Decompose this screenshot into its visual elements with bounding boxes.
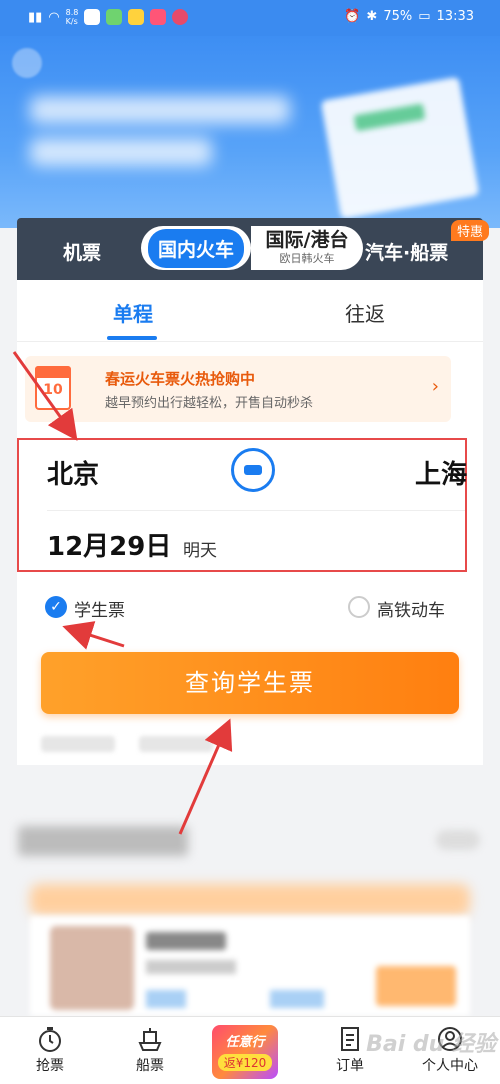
search-history-blurred — [41, 736, 213, 752]
tab-domestic-train-label: 国内火车 — [147, 228, 244, 268]
tab-international[interactable]: 国际/港台 欧日韩火车 — [251, 226, 363, 270]
orders-icon — [341, 1027, 359, 1051]
nav-promo-anytravel[interactable]: 任意行 返¥120 — [212, 1025, 278, 1079]
baidu-watermark: Bai du 经验 — [366, 1032, 496, 1057]
alarm-icon: ⏰ — [344, 9, 361, 24]
back-button[interactable] — [12, 48, 42, 78]
nav-profile-label: 个人中心 — [422, 1058, 478, 1074]
notification-app-icon — [84, 9, 101, 25]
tab-international-sublabel: 欧日韩火车 — [279, 252, 335, 265]
nav-ship-ticket-label: 船票 — [136, 1058, 164, 1074]
booking-card: 单程 往返 10 春运火车票火热抢购中 越早预约出行越轻松，开售自动秒杀 › 北… — [17, 280, 483, 765]
high-speed-label[interactable]: 高铁动车 — [377, 596, 445, 621]
more-link-blurred[interactable] — [436, 830, 480, 850]
tab-domestic-train[interactable]: 国内火车 — [141, 226, 251, 270]
tab-international-label: 国际/港台 — [265, 229, 349, 251]
calendar-icon: 10 — [35, 366, 71, 410]
departure-day-label: 明天 — [183, 541, 217, 561]
music-app-icon — [172, 9, 189, 25]
promo-subtitle: 越早预约出行越轻松，开售自动秒杀 — [105, 396, 314, 411]
recommendation-section-blurred — [0, 790, 500, 1016]
tab-plane[interactable]: 机票 — [63, 238, 101, 265]
signal-icon: ▮▮ — [28, 9, 43, 25]
chevron-right-icon: › — [431, 376, 439, 397]
divider — [47, 510, 465, 511]
network-speed: 8.8 K/s — [65, 8, 79, 26]
arrival-city[interactable]: 上海 — [415, 454, 467, 491]
promo-banner[interactable] — [0, 36, 500, 228]
spring-festival-promo[interactable]: 10 春运火车票火热抢购中 越早预约出行越轻松，开售自动秒杀 › — [25, 356, 451, 422]
transport-tabs: 机票 国内火车 国际/港台 欧日韩火车 汽车·船票 特惠 — [17, 218, 489, 280]
high-speed-checkbox[interactable] — [348, 596, 370, 618]
clock: 13:33 — [436, 9, 474, 24]
bluetooth-icon: ✱ — [366, 9, 378, 24]
orange-banner-blurred — [30, 884, 470, 916]
departure-date[interactable]: 12月29日 — [47, 526, 171, 563]
status-bar: ▮▮ ◠ 8.8 K/s ⏰ ✱ 75% ▭ 13:33 — [0, 0, 500, 36]
section-title-blurred — [18, 826, 188, 856]
promo-title: 春运火车票火热抢购中 — [105, 370, 256, 388]
battery-level: 75% — [383, 9, 413, 24]
ship-icon — [138, 1028, 162, 1051]
video-app-icon — [150, 9, 167, 25]
student-ticket-checkbox[interactable]: ✓ — [45, 596, 67, 618]
nav-orders-label: 订单 — [336, 1058, 364, 1074]
wechat-icon — [106, 9, 123, 25]
app-icon — [128, 9, 145, 25]
wifi-icon: ◠ — [48, 9, 60, 25]
tab-round-trip[interactable]: 往返 — [345, 298, 385, 327]
trip-type-tabs: 单程 往返 — [17, 280, 483, 342]
nav-ship-ticket[interactable]: 船票 — [105, 1017, 195, 1084]
route-selector: 北京 上海 12月29日 明天 — [17, 438, 467, 572]
search-student-tickets-button[interactable]: 查询学生票 — [41, 652, 459, 714]
swap-stations-icon[interactable] — [231, 448, 275, 492]
promo-nav-title: 任意行 — [225, 1035, 265, 1050]
banner-text-blurred — [30, 96, 290, 206]
special-offer-badge: 特惠 — [450, 220, 489, 241]
active-tab-indicator — [107, 336, 157, 340]
stopwatch-icon — [39, 1027, 61, 1052]
departure-city[interactable]: 北京 — [47, 454, 99, 491]
recommendation-card-blurred[interactable] — [30, 916, 470, 1016]
tab-bus-ship[interactable]: 汽车·船票 — [365, 238, 448, 265]
banner-illustration — [320, 76, 480, 220]
tab-one-way[interactable]: 单程 — [113, 298, 153, 327]
promo-nav-cashback: 返¥120 — [218, 1054, 272, 1071]
nav-grab-ticket[interactable]: 抢票 — [5, 1017, 95, 1084]
student-ticket-label[interactable]: 学生票 — [74, 596, 125, 621]
ticket-options: ✓ 学生票 高铁动车 — [17, 592, 483, 632]
battery-icon: ▭ — [418, 9, 431, 24]
nav-grab-ticket-label: 抢票 — [36, 1058, 64, 1074]
